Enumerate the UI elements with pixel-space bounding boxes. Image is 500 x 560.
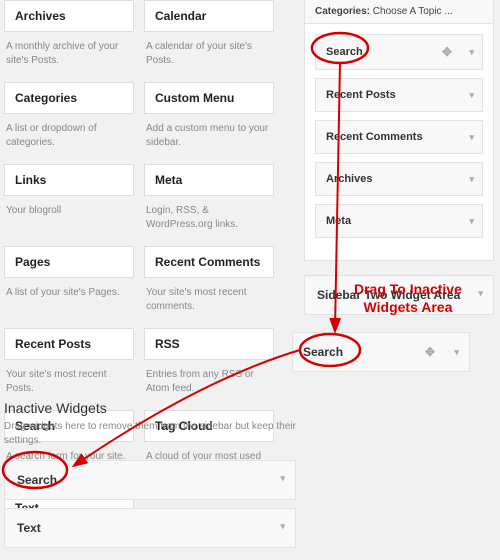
sidebar-widgets-list[interactable]: Search ✥ ▾ Recent Posts ▾ Recent Comment… bbox=[304, 24, 494, 261]
sidebar-widget-archives[interactable]: Archives ▾ bbox=[315, 162, 483, 196]
inactive-widgets-area[interactable]: Inactive Widgets Drag widgets here to re… bbox=[4, 398, 296, 556]
chevron-down-icon[interactable]: ▾ bbox=[469, 174, 474, 185]
inactive-widget-text[interactable]: Text ▾ bbox=[4, 508, 296, 548]
chevron-down-icon[interactable]: ▾ bbox=[454, 347, 459, 358]
chevron-down-icon[interactable]: ▾ bbox=[280, 473, 285, 484]
widget-categories[interactable]: CategoriesA list or dropdown of categori… bbox=[4, 82, 134, 160]
sidebar-widget-search[interactable]: Search ✥ ▾ bbox=[315, 34, 483, 70]
sidebar-widget-recent-posts[interactable]: Recent Posts ▾ bbox=[315, 78, 483, 112]
annotation-text: Drag To Inactive Widgets Area bbox=[354, 280, 462, 316]
widget-archives[interactable]: ArchivesA monthly archive of your site's… bbox=[4, 0, 134, 78]
widget-pages[interactable]: PagesA list of your site's Pages. bbox=[4, 246, 134, 324]
chevron-down-icon[interactable]: ▾ bbox=[478, 288, 483, 299]
move-icon[interactable]: ✥ bbox=[442, 45, 452, 59]
sidebar-one-area: Categories: Choose A Topic ... Search ✥ … bbox=[304, 0, 494, 315]
sidebar-widget-recent-comments[interactable]: Recent Comments ▾ bbox=[315, 120, 483, 154]
widget-rss[interactable]: RSSEntries from any RSS or Atom feed. bbox=[144, 328, 274, 406]
widget-recent-comments[interactable]: Recent CommentsYour site's most recent c… bbox=[144, 246, 274, 324]
chevron-down-icon[interactable]: ▾ bbox=[469, 132, 474, 143]
widget-links[interactable]: LinksYour blogroll bbox=[4, 164, 134, 242]
widget-meta[interactable]: MetaLogin, RSS, & WordPress.org links. bbox=[144, 164, 274, 242]
widget-custom-menu[interactable]: Custom MenuAdd a custom menu to your sid… bbox=[144, 82, 274, 160]
dragging-widget-search[interactable]: Search ✥ ▾ bbox=[292, 332, 470, 372]
inactive-widgets-heading: Inactive Widgets bbox=[4, 398, 296, 420]
chevron-down-icon[interactable]: ▾ bbox=[469, 47, 474, 58]
move-icon[interactable]: ✥ bbox=[425, 345, 435, 359]
chevron-down-icon[interactable]: ▾ bbox=[280, 521, 285, 532]
widget-recent-posts[interactable]: Recent PostsYour site's most recent Post… bbox=[4, 328, 134, 406]
widget-calendar[interactable]: CalendarA calendar of your site's Posts. bbox=[144, 0, 274, 78]
inactive-widgets-description: Drag widgets here to remove them from th… bbox=[4, 420, 296, 460]
inactive-widget-search[interactable]: Search ▾ bbox=[4, 460, 296, 500]
chevron-down-icon[interactable]: ▾ bbox=[469, 90, 474, 101]
chevron-down-icon[interactable]: ▾ bbox=[469, 216, 474, 227]
categories-widget-settings: Categories: Choose A Topic ... bbox=[304, 0, 494, 24]
sidebar-widget-meta[interactable]: Meta ▾ bbox=[315, 204, 483, 238]
